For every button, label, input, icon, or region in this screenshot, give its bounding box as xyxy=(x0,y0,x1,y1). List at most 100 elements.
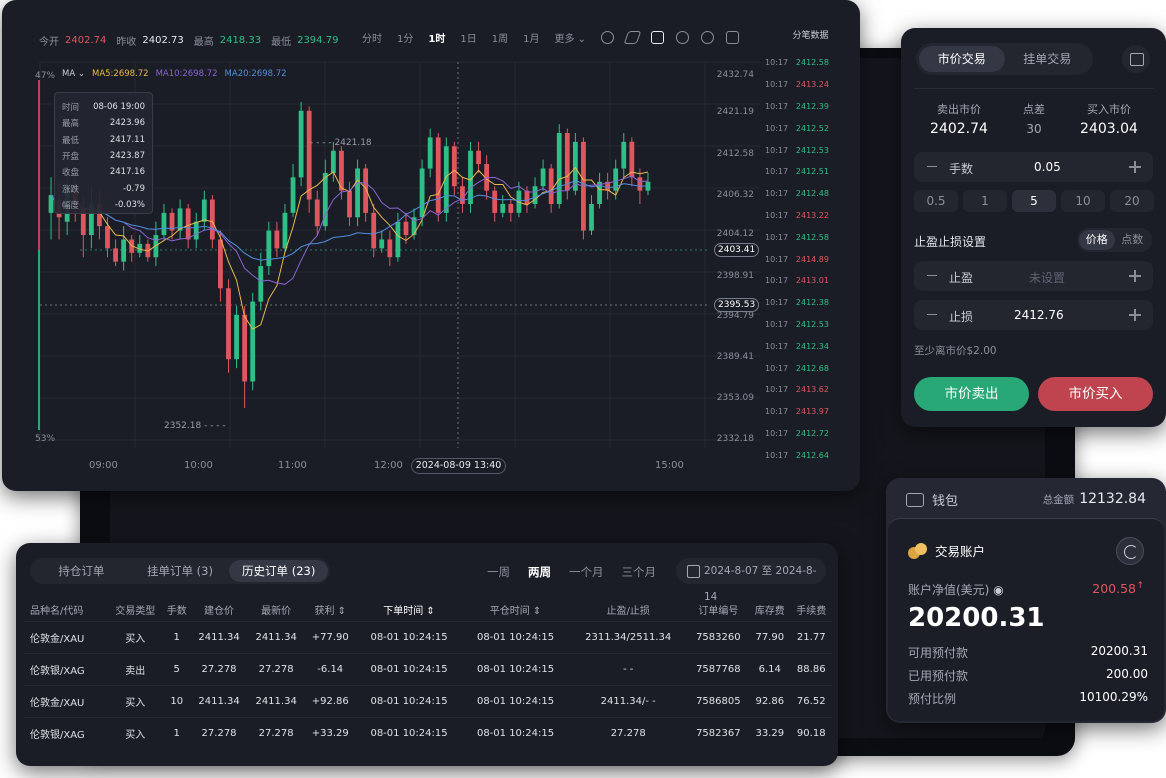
order-cell-lots: 1 xyxy=(162,716,191,749)
margin-value: 200.00 xyxy=(1106,667,1148,681)
tick-time: 10:17 xyxy=(765,167,789,177)
period-option[interactable]: 一周 xyxy=(487,564,510,580)
tab-market-order[interactable]: 市价交易 xyxy=(919,46,1005,72)
decrease-tp-button[interactable] xyxy=(927,275,937,277)
tp-label: 止盈 xyxy=(949,271,974,285)
tooltip-key: 收盘 xyxy=(62,168,80,179)
tick-row: 10:17 2412.52 xyxy=(765,117,857,139)
wallet-header: 钱包 xyxy=(906,490,958,509)
candle-body xyxy=(589,203,594,231)
decrease-sl-button[interactable] xyxy=(927,314,937,316)
order-row[interactable]: 伦敦金/XAU 买入 10 2411.34 2411.34 +92.86 08-01 10:… xyxy=(24,684,832,717)
tab-points-mode[interactable]: 点数 xyxy=(1115,230,1151,250)
refresh-icon[interactable] xyxy=(1116,537,1144,565)
order-cell-fee: 88.86 xyxy=(790,652,832,685)
increase-lots-button[interactable] xyxy=(1129,161,1141,173)
tick-time: 10:17 xyxy=(765,428,789,438)
tp-input[interactable]: 未设置 xyxy=(1029,269,1065,286)
candle-body xyxy=(234,314,239,360)
order-cell-last: 27.278 xyxy=(247,716,305,749)
lot-preset-button[interactable]: 1 xyxy=(963,190,1007,212)
sl-tp-mode-tabs: 价格 点数 xyxy=(1077,228,1152,252)
margin-label: 可用预付款 xyxy=(908,646,969,660)
order-cell-sym: 伦敦金/XAU xyxy=(24,620,108,653)
tick-time: 10:17 xyxy=(765,145,789,155)
tooltip-row: 涨跌 -0.79 xyxy=(62,180,145,196)
stop-loss-stepper: 止损 2412.76 xyxy=(914,300,1153,330)
period-option[interactable]: 三个月 xyxy=(622,564,657,580)
order-cell-swap: 92.86 xyxy=(749,684,791,717)
market-buy-button[interactable]: 市价买入 xyxy=(1038,377,1153,411)
candle-body xyxy=(226,288,231,360)
tab-pending-order[interactable]: 挂单交易 xyxy=(1005,46,1091,72)
candle-body xyxy=(185,208,191,240)
decrease-lots-button[interactable] xyxy=(927,166,937,168)
time-tick: 15:00 xyxy=(655,460,684,471)
ma-selector[interactable]: MA ⌄ xyxy=(62,69,85,79)
current-price-tag: 2403.41 xyxy=(714,243,760,257)
layout-toggle-icon[interactable] xyxy=(1122,45,1150,73)
order-row[interactable]: 伦敦银/XAG 卖出 5 27.278 27.278 -6.14 08-01 10:24:1… xyxy=(24,652,832,685)
tab-price-mode[interactable]: 价格 xyxy=(1079,230,1115,250)
ma5-label: MA5:2698.72 xyxy=(91,69,149,79)
order-cell-swap: 77.90 xyxy=(749,620,791,653)
date-range-picker[interactable]: 2024-8-07 至 2024-8-14 xyxy=(676,558,826,603)
sl-input[interactable]: 2412.76 xyxy=(1014,308,1064,322)
lot-preset-button[interactable]: 0.5 xyxy=(914,190,958,212)
lot-preset-button-active[interactable]: 5 xyxy=(1012,190,1056,212)
candle-body xyxy=(266,230,272,267)
market-sell-button[interactable]: 市价卖出 xyxy=(914,377,1029,411)
period-option[interactable]: 一个月 xyxy=(569,564,604,580)
tab-pending[interactable]: 挂单订单 (3) xyxy=(131,560,230,582)
tick-price: 2412.64 xyxy=(795,450,829,460)
order-cell-t1: 08-01 10:24:15 xyxy=(355,652,463,685)
sl-label: 止损 xyxy=(949,310,974,324)
candle-body xyxy=(532,186,538,204)
candle-body xyxy=(121,239,127,262)
ma-legend: MA ⌄ MA5:2698.72 MA10:2698.72 MA20:2698.… xyxy=(62,69,287,79)
sell-price: 2402.74 xyxy=(930,121,988,137)
max-price-label: 2421.18 xyxy=(334,138,372,148)
take-profit-stepper: 止盈 未设置 xyxy=(914,261,1153,291)
increase-tp-button[interactable] xyxy=(1129,270,1141,282)
tick-price: 2413.01 xyxy=(795,276,829,286)
lot-presets: 0.5 1 5 10 20 xyxy=(914,190,1154,212)
order-cell-sym: 伦敦银/XAG xyxy=(24,652,108,685)
time-tick: 09:00 xyxy=(89,460,118,471)
equity-label-row: 账户净值(美元) ◉ xyxy=(908,581,1004,598)
tab-history[interactable]: 历史订单 (23) xyxy=(229,560,329,582)
order-cell-type: 卖出 xyxy=(107,652,163,685)
candle-body xyxy=(290,177,296,213)
column-header[interactable]: 平仓时间 ⇕ xyxy=(462,598,569,621)
price-tick: 2353.09 xyxy=(716,393,754,403)
order-cell-t1: 08-01 10:24:15 xyxy=(355,684,463,717)
period-option-active[interactable]: 两周 xyxy=(528,564,551,580)
order-cell-t1: 08-01 10:24:15 xyxy=(355,716,463,749)
max-annotation: - - - - 2421.18 xyxy=(310,138,372,148)
price-tick: 2412.58 xyxy=(716,149,754,159)
time-tick: 12:00 xyxy=(374,460,403,471)
tick-price: 2413.97 xyxy=(795,407,829,417)
candle-body xyxy=(161,212,167,236)
order-cell-lots: 1 xyxy=(162,620,191,653)
time-tick: 10:00 xyxy=(184,460,213,471)
column-header[interactable]: 下单时间 ⇕ xyxy=(356,598,463,621)
tooltip-row: 幅度 -0.03% xyxy=(62,197,145,213)
increase-sl-button[interactable] xyxy=(1129,309,1141,321)
order-row[interactable]: 伦敦银/XAG 买入 1 27.278 27.278 +33.29 08-01 10:24:… xyxy=(24,716,832,749)
column-header[interactable]: 获利 ⇕ xyxy=(305,598,356,621)
eye-icon[interactable]: ◉ xyxy=(993,583,1003,597)
tick-row: 10:17 2412.58 xyxy=(765,52,857,74)
order-row[interactable]: 伦敦金/XAU 买入 1 2411.34 2411.34 +77.90 08-01 10:2… xyxy=(24,620,832,653)
tick-time: 10:17 xyxy=(765,123,789,133)
tab-positions[interactable]: 持仓订单 xyxy=(32,560,131,582)
lot-preset-button[interactable]: 10 xyxy=(1061,190,1105,212)
lot-preset-button[interactable]: 20 xyxy=(1110,190,1154,212)
tick-price: 2412.58 xyxy=(795,232,829,242)
candle-body xyxy=(347,190,352,218)
margin-value: 20200.31 xyxy=(1090,644,1148,658)
lots-input[interactable]: 0.05 xyxy=(1034,160,1061,174)
tick-row: 10:17 2412.38 xyxy=(765,292,857,314)
margin-label: 预付比例 xyxy=(908,692,957,706)
margin-row: 可用预付款 20200.31 xyxy=(908,644,1148,661)
